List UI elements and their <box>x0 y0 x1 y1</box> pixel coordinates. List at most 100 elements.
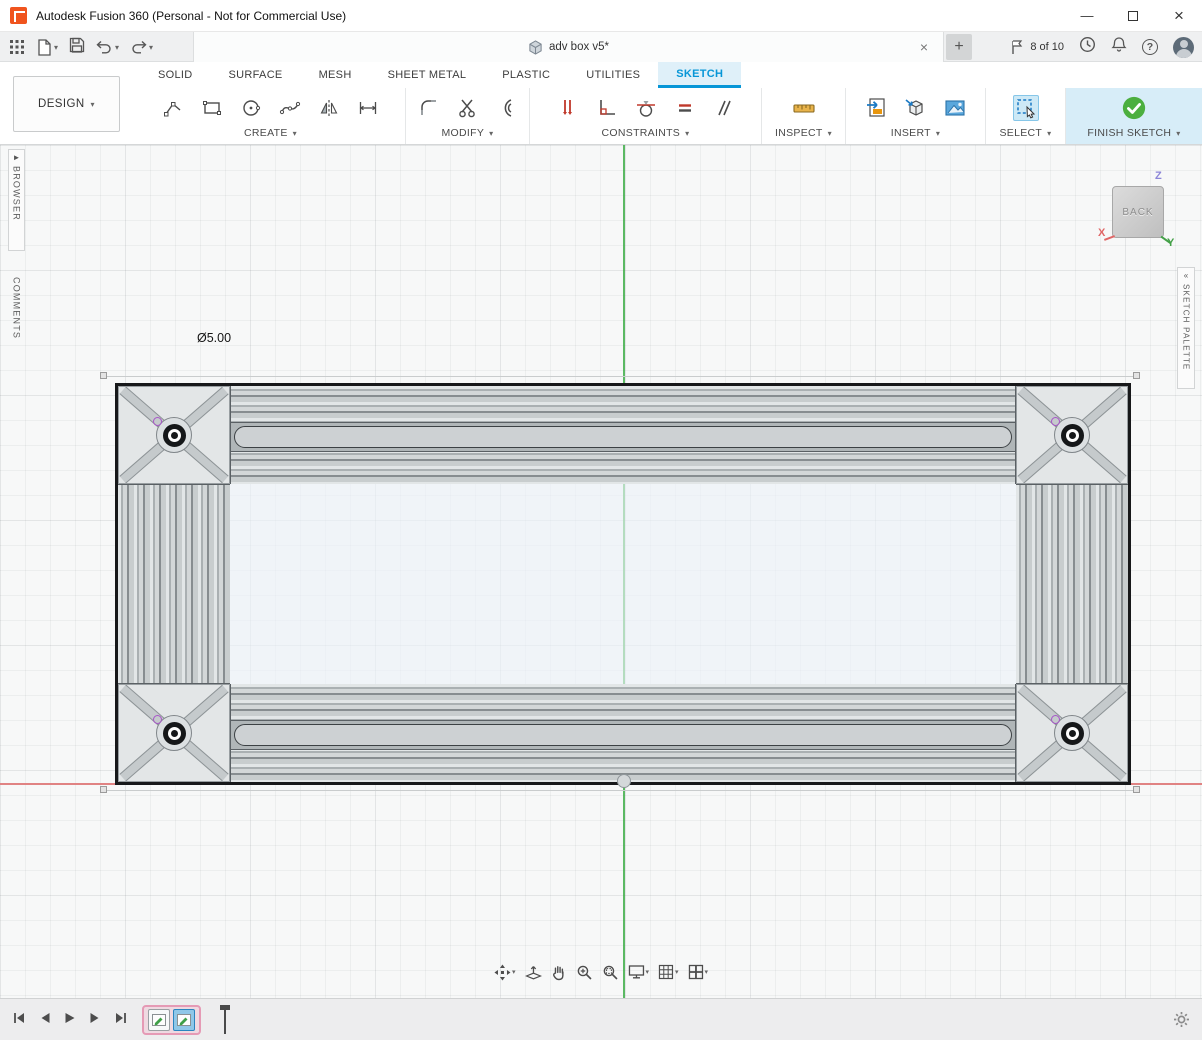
pan-button[interactable] <box>550 964 566 981</box>
rail-slot[interactable] <box>234 724 1012 746</box>
expand-arrow-icon[interactable]: ► <box>13 154 21 162</box>
extrusion-corner-bottom-right[interactable] <box>1016 684 1128 782</box>
document-tab[interactable]: adv box v5* × <box>193 32 944 62</box>
sketch-point-handle[interactable] <box>1133 786 1140 793</box>
tab-sheet-metal[interactable]: SHEET METAL <box>370 62 485 88</box>
extrusion-rail-bottom[interactable] <box>230 684 1016 782</box>
create-circle-icon[interactable] <box>238 95 264 121</box>
close-button[interactable]: × <box>1156 0 1202 32</box>
ribbon-group-inspect: INSPECT ▾ <box>762 88 846 144</box>
document-close-icon[interactable]: × <box>915 38 933 56</box>
ribbon-group-create: CREATE ▾ <box>136 88 406 144</box>
display-settings-button[interactable]: ▾ <box>627 964 649 980</box>
midpoint-marker[interactable] <box>617 774 631 788</box>
fit-button[interactable] <box>601 964 618 981</box>
group-label-create[interactable]: CREATE ▾ <box>244 127 297 139</box>
viewport-canvas[interactable]: Ø5.00 BACK Z X Y ► BROWSER COMMENTS « SK… <box>0 145 1202 998</box>
tab-solid[interactable]: SOLID <box>140 62 211 88</box>
go-to-end-button[interactable] <box>114 1011 128 1030</box>
extrusion-corner-top-right[interactable] <box>1016 386 1128 484</box>
step-back-button[interactable] <box>39 1011 51 1030</box>
group-label-select[interactable]: SELECT ▾ <box>1000 127 1052 139</box>
group-label-modify[interactable]: MODIFY ▾ <box>442 127 494 139</box>
group-label-text: FINISH SKETCH <box>1087 127 1171 139</box>
redo-button[interactable]: ▾ <box>130 40 153 55</box>
modify-offset-icon[interactable] <box>494 95 520 121</box>
notifications-bell-icon[interactable] <box>1111 36 1127 58</box>
comments-panel-collapsed[interactable]: COMMENTS <box>8 273 25 357</box>
tab-utilities[interactable]: UTILITIES <box>568 62 658 88</box>
timeline-sketch-feature[interactable] <box>148 1009 170 1031</box>
help-icon[interactable]: ? <box>1142 39 1158 55</box>
modify-trim-icon[interactable] <box>455 95 481 121</box>
browser-panel-collapsed[interactable]: ► BROWSER <box>8 149 25 251</box>
constraint-equal-icon[interactable] <box>672 95 698 121</box>
constraint-horizontal-vertical-icon[interactable] <box>555 95 581 121</box>
group-label-insert[interactable]: INSERT ▾ <box>891 127 940 139</box>
construction-line-bottom[interactable] <box>101 790 1139 791</box>
undo-button[interactable]: ▾ <box>96 40 119 55</box>
create-line-icon[interactable] <box>160 95 186 121</box>
modify-fillet-icon[interactable] <box>416 95 442 121</box>
group-label-constraints[interactable]: CONSTRAINTS ▾ <box>602 127 690 139</box>
constraint-parallel-icon[interactable] <box>711 95 737 121</box>
timeline-sketch-feature-selected[interactable] <box>173 1009 195 1031</box>
view-cube[interactable]: BACK Z X Y <box>1090 165 1190 255</box>
extrusion-rail-top[interactable] <box>230 386 1016 484</box>
frame-center-profile[interactable] <box>230 484 1016 684</box>
look-at-button[interactable] <box>524 964 541 981</box>
group-label-inspect[interactable]: INSPECT ▾ <box>775 127 832 139</box>
measure-icon[interactable] <box>791 95 817 121</box>
go-to-start-button[interactable] <box>12 1011 26 1030</box>
sketch-point-handle[interactable] <box>100 786 107 793</box>
create-mirror-icon[interactable] <box>316 95 342 121</box>
create-dimension-icon[interactable] <box>355 95 381 121</box>
collapse-chevrons-icon[interactable]: « <box>1184 272 1188 280</box>
sketch-frame-drawing[interactable] <box>115 383 1131 785</box>
history-icon[interactable] <box>1079 36 1096 58</box>
maximize-button[interactable] <box>1110 0 1156 32</box>
app-launcher-icon[interactable] <box>8 38 26 56</box>
workspace-selector[interactable]: DESIGN ▾ <box>13 76 120 132</box>
sketch-palette-collapsed[interactable]: « SKETCH PALETTE <box>1177 267 1195 389</box>
sketch-point-handle[interactable] <box>1133 372 1140 379</box>
create-spline-icon[interactable] <box>277 95 303 121</box>
step-forward-button[interactable] <box>89 1011 101 1030</box>
save-button[interactable] <box>69 37 85 58</box>
group-label-finish-sketch[interactable]: FINISH SKETCH ▾ <box>1087 127 1180 139</box>
tab-plastic[interactable]: PLASTIC <box>484 62 568 88</box>
minimize-button[interactable]: — <box>1064 0 1110 32</box>
zoom-button[interactable] <box>575 964 592 981</box>
sketch-point-handle[interactable] <box>100 372 107 379</box>
constraint-perpendicular-icon[interactable] <box>594 95 620 121</box>
rail-slot[interactable] <box>234 426 1012 448</box>
orbit-button[interactable]: ▾ <box>494 964 516 981</box>
grid-snaps-button[interactable]: ▾ <box>658 964 679 980</box>
extrusion-corner-bottom-left[interactable] <box>118 684 230 782</box>
view-cube-face[interactable]: BACK <box>1112 186 1164 238</box>
avatar[interactable] <box>1173 37 1194 58</box>
dimension-label[interactable]: Ø5.00 <box>197 331 231 345</box>
timeline-position-marker[interactable] <box>224 1006 226 1034</box>
extrusion-corner-top-left[interactable] <box>118 386 230 484</box>
new-tab-button[interactable]: + <box>946 34 972 60</box>
tab-sketch[interactable]: SKETCH <box>658 62 741 88</box>
play-button[interactable] <box>64 1011 76 1030</box>
caret-down-icon: ▾ <box>149 43 153 52</box>
insert-mesh-icon[interactable] <box>903 95 929 121</box>
tab-mesh[interactable]: MESH <box>301 62 370 88</box>
timeline-settings-gear-icon[interactable] <box>1173 1011 1190 1033</box>
extrusion-rail-left[interactable] <box>118 484 230 684</box>
finish-sketch-icon[interactable] <box>1121 95 1147 121</box>
job-status[interactable]: 8 of 10 <box>1010 39 1064 55</box>
viewports-button[interactable]: ▾ <box>688 964 709 980</box>
file-menu-button[interactable]: ▾ <box>37 39 58 56</box>
select-icon[interactable] <box>1013 95 1039 121</box>
create-rectangle-icon[interactable] <box>199 95 225 121</box>
constraint-tangent-icon[interactable] <box>633 95 659 121</box>
construction-line-top[interactable] <box>101 376 1139 377</box>
insert-svg-icon[interactable] <box>864 95 890 121</box>
tab-surface[interactable]: SURFACE <box>211 62 301 88</box>
extrusion-rail-right[interactable] <box>1016 484 1128 684</box>
insert-canvas-icon[interactable] <box>942 95 968 121</box>
